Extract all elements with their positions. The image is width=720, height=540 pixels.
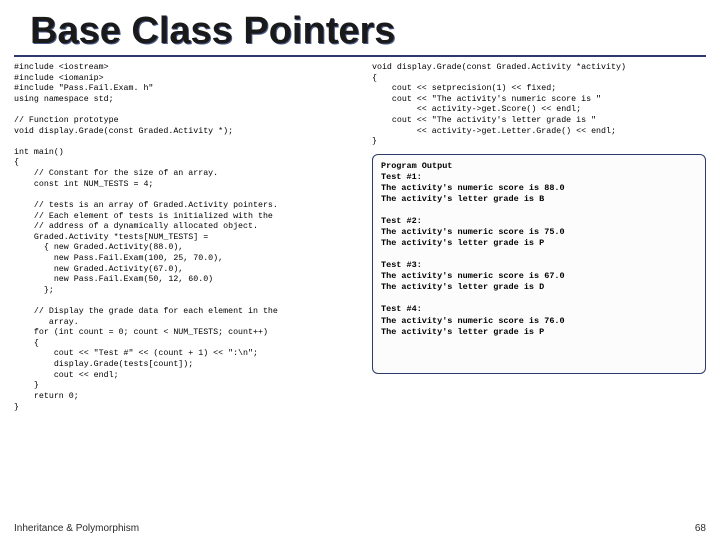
- footer-text: Inheritance & Polymorphism: [14, 523, 139, 534]
- program-output-box: Program Output Test #1: The activity's n…: [372, 154, 706, 374]
- code-right: void display.Grade(const Graded.Activity…: [372, 63, 706, 148]
- divider: [14, 55, 706, 57]
- right-column: void display.Grade(const Graded.Activity…: [372, 63, 706, 413]
- slide-title: Base Class Pointers: [0, 0, 720, 55]
- page-number: 68: [695, 523, 706, 534]
- code-left: #include <iostream> #include <iomanip> #…: [14, 63, 366, 413]
- content-columns: #include <iostream> #include <iomanip> #…: [0, 63, 720, 413]
